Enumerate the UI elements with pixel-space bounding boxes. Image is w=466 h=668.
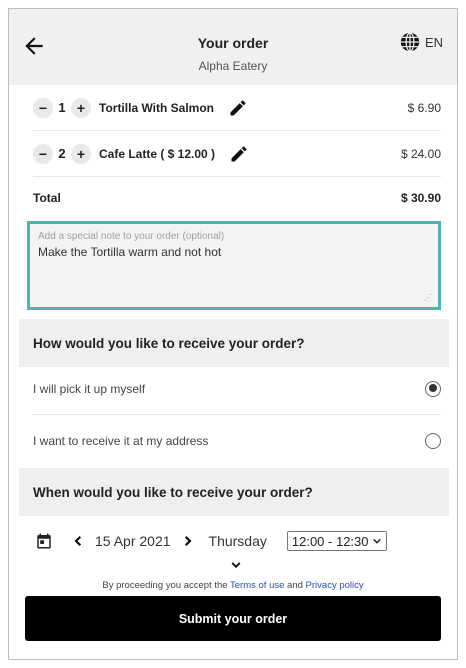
submit-order-button[interactable]: Submit your order <box>25 596 441 641</box>
option-label: I want to receive it at my address <box>33 434 209 448</box>
item-price: $ 24.00 <box>400 146 441 161</box>
resize-handle-icon[interactable]: ⋰ <box>424 293 432 302</box>
time-slot-value: 12:00 - 12:30 <box>291 533 369 549</box>
decrease-quantity-button[interactable]: − <box>33 97 53 118</box>
item-name: Cafe Latte ( $ 12.00 ) <box>99 146 216 161</box>
language-selector[interactable]: EN <box>399 31 443 53</box>
receive-time-heading: When would you like to receive your orde… <box>19 468 449 516</box>
date-time-selector: 15 Apr 2021 Thursday 12:00 - 12:30 <box>35 529 435 553</box>
order-item-row: − 1 + Tortilla With Salmon $ 6.90 <box>33 85 441 131</box>
increase-quantity-button[interactable]: + <box>71 143 91 164</box>
order-item-row: − 2 + Cafe Latte ( $ 12.00 ) $ 24.00 <box>33 131 441 177</box>
terms-notice: By proceeding you accept the Terms of us… <box>9 580 457 591</box>
selected-day: Thursday <box>208 533 267 549</box>
terms-prefix: By proceeding you accept the <box>102 580 228 591</box>
order-total: Total $ 30.90 <box>33 191 441 211</box>
chevron-left-icon[interactable] <box>69 532 87 550</box>
increase-quantity-button[interactable]: + <box>71 97 91 118</box>
decrease-quantity-button[interactable]: − <box>33 143 53 164</box>
order-panel: Your order Alpha Eatery EN − 1 + Tortill… <box>8 8 458 660</box>
note-value: Make the Tortilla warm and not hot <box>38 245 222 259</box>
receive-method-heading: How would you like to receive your order… <box>19 319 449 367</box>
delivery-option[interactable]: I want to receive it at my address <box>33 415 441 467</box>
option-label: I will pick it up myself <box>33 381 146 396</box>
calendar-icon[interactable] <box>35 532 53 550</box>
pencil-icon[interactable] <box>229 144 249 164</box>
restaurant-name: Alpha Eatery <box>198 59 268 73</box>
item-name: Tortilla With Salmon <box>99 100 215 115</box>
item-price: $ 6.90 <box>407 100 441 115</box>
total-label: Total <box>33 191 61 205</box>
pickup-option[interactable]: I will pick it up myself <box>33 363 441 415</box>
note-placeholder: Add a special note to your order (option… <box>38 231 225 242</box>
terms-and: and <box>287 580 303 591</box>
delivery-radio[interactable] <box>425 433 441 449</box>
time-slot-select[interactable]: 12:00 - 12:30 <box>286 531 387 551</box>
terms-of-use-link[interactable]: Terms of use <box>230 580 284 591</box>
chevron-down-icon <box>372 538 381 544</box>
item-quantity: 2 <box>58 146 66 161</box>
header: Your order Alpha Eatery EN <box>9 9 457 85</box>
total-value: $ 30.90 <box>400 191 441 205</box>
special-note-field[interactable]: Add a special note to your order (option… <box>27 221 441 310</box>
chevron-right-icon[interactable] <box>179 532 197 550</box>
privacy-policy-link[interactable]: Privacy policy <box>306 580 364 591</box>
pencil-icon[interactable] <box>228 98 248 118</box>
item-quantity: 1 <box>58 100 66 115</box>
pickup-radio[interactable] <box>425 380 441 397</box>
language-code: EN <box>424 34 443 50</box>
selected-date: 15 Apr 2021 <box>95 533 171 549</box>
page-title: Your order <box>197 35 269 51</box>
globe-icon <box>400 32 420 52</box>
chevron-down-icon[interactable] <box>227 557 245 573</box>
